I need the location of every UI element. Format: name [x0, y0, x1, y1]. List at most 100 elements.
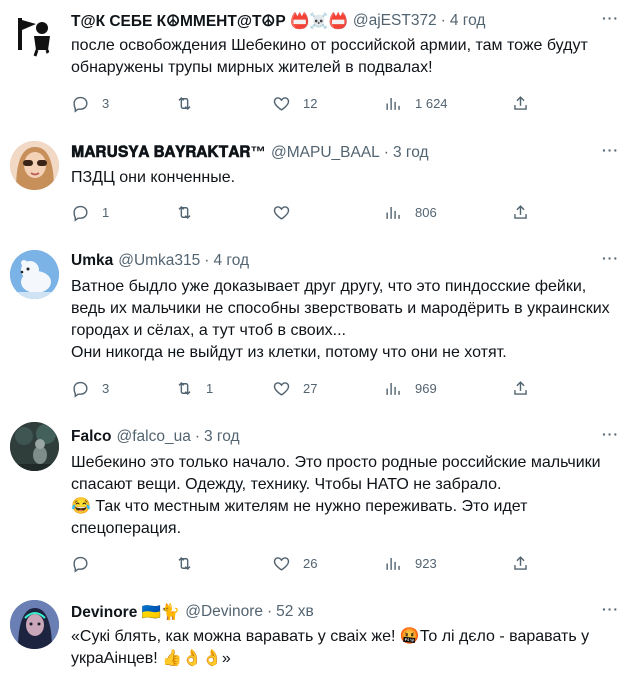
reply-button[interactable]: 1 — [71, 201, 109, 223]
share-button[interactable] — [511, 552, 530, 574]
separator-dot: · — [204, 252, 210, 269]
display-name[interactable]: Falco — [71, 428, 111, 446]
like-count: 26 — [303, 555, 318, 571]
tweet[interactable]: Umka @Umka315 · 4 год ··· Ватное быдло у… — [0, 234, 633, 411]
tweet-text: «Сукі блять, как можна варавать у сваіх … — [71, 628, 590, 667]
tweet-header: Т@К СЕБЕ К☮ММЕНТ@Т☮Р 📛☠️📛 @ajEST372 · 4 … — [71, 10, 593, 32]
avatar[interactable] — [10, 141, 59, 190]
like-count: 27 — [303, 380, 318, 396]
tweet-header: Falco @falco_ua · 3 год — [71, 426, 593, 448]
display-name[interactable]: Umka — [71, 252, 113, 270]
views-count: 969 — [415, 380, 437, 396]
retweet-icon — [178, 381, 191, 395]
action-bar: 26 923 — [71, 552, 541, 574]
tweet-text: Шебекино это только начало. Это просто р… — [71, 454, 601, 537]
views-icon — [386, 206, 400, 219]
timestamp[interactable]: 3 год — [204, 428, 240, 446]
like-button[interactable]: 26 — [272, 552, 317, 574]
like-button[interactable] — [272, 201, 303, 223]
views-count: 923 — [415, 555, 437, 571]
retweet-button[interactable] — [175, 552, 206, 574]
reply-icon — [73, 556, 88, 573]
tweet[interactable]: Т@К СЕБЕ К☮ММЕНТ@Т☮Р 📛☠️📛 @ajEST372 · 4 … — [0, 0, 633, 122]
reply-count: 3 — [102, 95, 110, 111]
more-options-icon[interactable]: ··· — [602, 142, 619, 158]
reply-count: 3 — [102, 380, 110, 396]
views-button[interactable]: 923 — [384, 552, 437, 574]
avatar[interactable] — [10, 600, 59, 649]
separator-dot: · — [267, 603, 273, 620]
retweet-button[interactable]: 1 — [175, 377, 213, 399]
timestamp[interactable]: 3 год — [393, 144, 429, 162]
tweet-text: ПЗДЦ они конченные. — [71, 169, 236, 186]
share-icon — [514, 204, 527, 219]
more-options-icon[interactable]: ··· — [602, 601, 619, 617]
share-button[interactable] — [511, 92, 530, 114]
reply-icon — [73, 381, 88, 398]
more-options-icon[interactable]: ··· — [602, 426, 619, 442]
separator-dot: · — [383, 144, 389, 161]
tweet[interactable]: 𝐌𝐀𝐑𝐔𝐒𝐘𝐀 𝐁𝐀𝐘𝐑𝐀𝐊𝐓𝐀𝐑™ @MAPU_BAAL · 3 год ··… — [0, 121, 633, 235]
reply-count: 1 — [102, 204, 110, 220]
handle[interactable]: @Devinore — [185, 603, 263, 621]
separator-dot: · — [194, 428, 200, 445]
views-button[interactable]: 969 — [384, 377, 437, 399]
timestamp[interactable]: 4 год — [450, 12, 486, 30]
views-icon — [386, 97, 400, 110]
views-icon — [386, 557, 400, 570]
share-icon — [514, 555, 527, 570]
like-count: 12 — [303, 95, 318, 111]
separator-dot: · — [440, 12, 446, 29]
display-name[interactable]: 𝐌𝐀𝐑𝐔𝐒𝐘𝐀 𝐁𝐀𝐘𝐑𝐀𝐊𝐓𝐀𝐑™ — [71, 144, 266, 162]
tweet-header: Devinore 🇺🇦🐈 @Devinore · 52 хв — [71, 601, 593, 623]
handle[interactable]: @falco_ua — [116, 428, 190, 446]
reply-icon — [73, 96, 88, 113]
action-bar: 3 12 1 624 — [71, 92, 541, 114]
timestamp[interactable]: 52 хв — [276, 603, 314, 621]
like-button[interactable]: 12 — [272, 92, 317, 114]
avatar[interactable] — [10, 250, 59, 299]
display-name[interactable]: Т@К СЕБЕ К☮ММЕНТ@Т☮Р 📛☠️📛 — [71, 12, 348, 31]
tweet[interactable]: Falco @falco_ua · 3 год ··· Шебекино это… — [0, 410, 633, 587]
retweet-button[interactable] — [175, 201, 206, 223]
more-options-icon[interactable]: ··· — [602, 10, 619, 26]
reply-icon — [73, 205, 88, 222]
views-count: 806 — [415, 204, 437, 220]
heart-icon — [273, 381, 290, 396]
timestamp[interactable]: 4 год — [213, 252, 249, 270]
tweet-header: 𝐌𝐀𝐑𝐔𝐒𝐘𝐀 𝐁𝐀𝐘𝐑𝐀𝐊𝐓𝐀𝐑™ @MAPU_BAAL · 3 год — [71, 142, 593, 164]
heart-icon — [273, 205, 290, 220]
views-button[interactable]: 1 624 — [384, 92, 448, 114]
avatar[interactable] — [10, 8, 59, 57]
action-bar: 3 1 27 969 — [71, 377, 541, 399]
more-options-icon[interactable]: ··· — [602, 250, 619, 266]
handle[interactable]: @Umka315 — [118, 252, 200, 270]
views-count: 1 624 — [415, 95, 448, 111]
share-button[interactable] — [511, 201, 530, 223]
retweet-icon — [178, 205, 191, 219]
reply-button[interactable] — [71, 552, 102, 574]
reply-button[interactable]: 3 — [71, 377, 109, 399]
tweet-header: Umka @Umka315 · 4 год — [71, 250, 593, 272]
heart-icon — [273, 556, 290, 571]
share-button[interactable] — [511, 377, 530, 399]
tweet-text: Ватное быдло уже доказывает друг другу, … — [71, 278, 610, 361]
tweet-text: после освобождения Шебекино от российско… — [71, 37, 588, 76]
retweet-icon — [178, 556, 191, 570]
tweet[interactable]: Devinore 🇺🇦🐈 @Devinore · 52 хв ··· «Сукі… — [0, 586, 633, 686]
handle[interactable]: @MAPU_BAAL — [271, 144, 380, 162]
display-name[interactable]: Devinore 🇺🇦🐈 — [71, 603, 180, 622]
retweet-button[interactable] — [175, 92, 206, 114]
reply-button[interactable]: 3 — [71, 92, 109, 114]
like-button[interactable]: 27 — [272, 377, 317, 399]
retweet-icon — [178, 96, 191, 110]
retweet-count: 1 — [206, 380, 214, 396]
views-icon — [386, 382, 400, 395]
avatar[interactable] — [10, 422, 59, 471]
action-bar: 1 806 — [71, 201, 541, 223]
share-icon — [514, 380, 527, 395]
handle[interactable]: @ajEST372 — [353, 12, 437, 30]
share-icon — [514, 95, 527, 110]
views-button[interactable]: 806 — [384, 201, 437, 223]
heart-icon — [273, 96, 290, 111]
